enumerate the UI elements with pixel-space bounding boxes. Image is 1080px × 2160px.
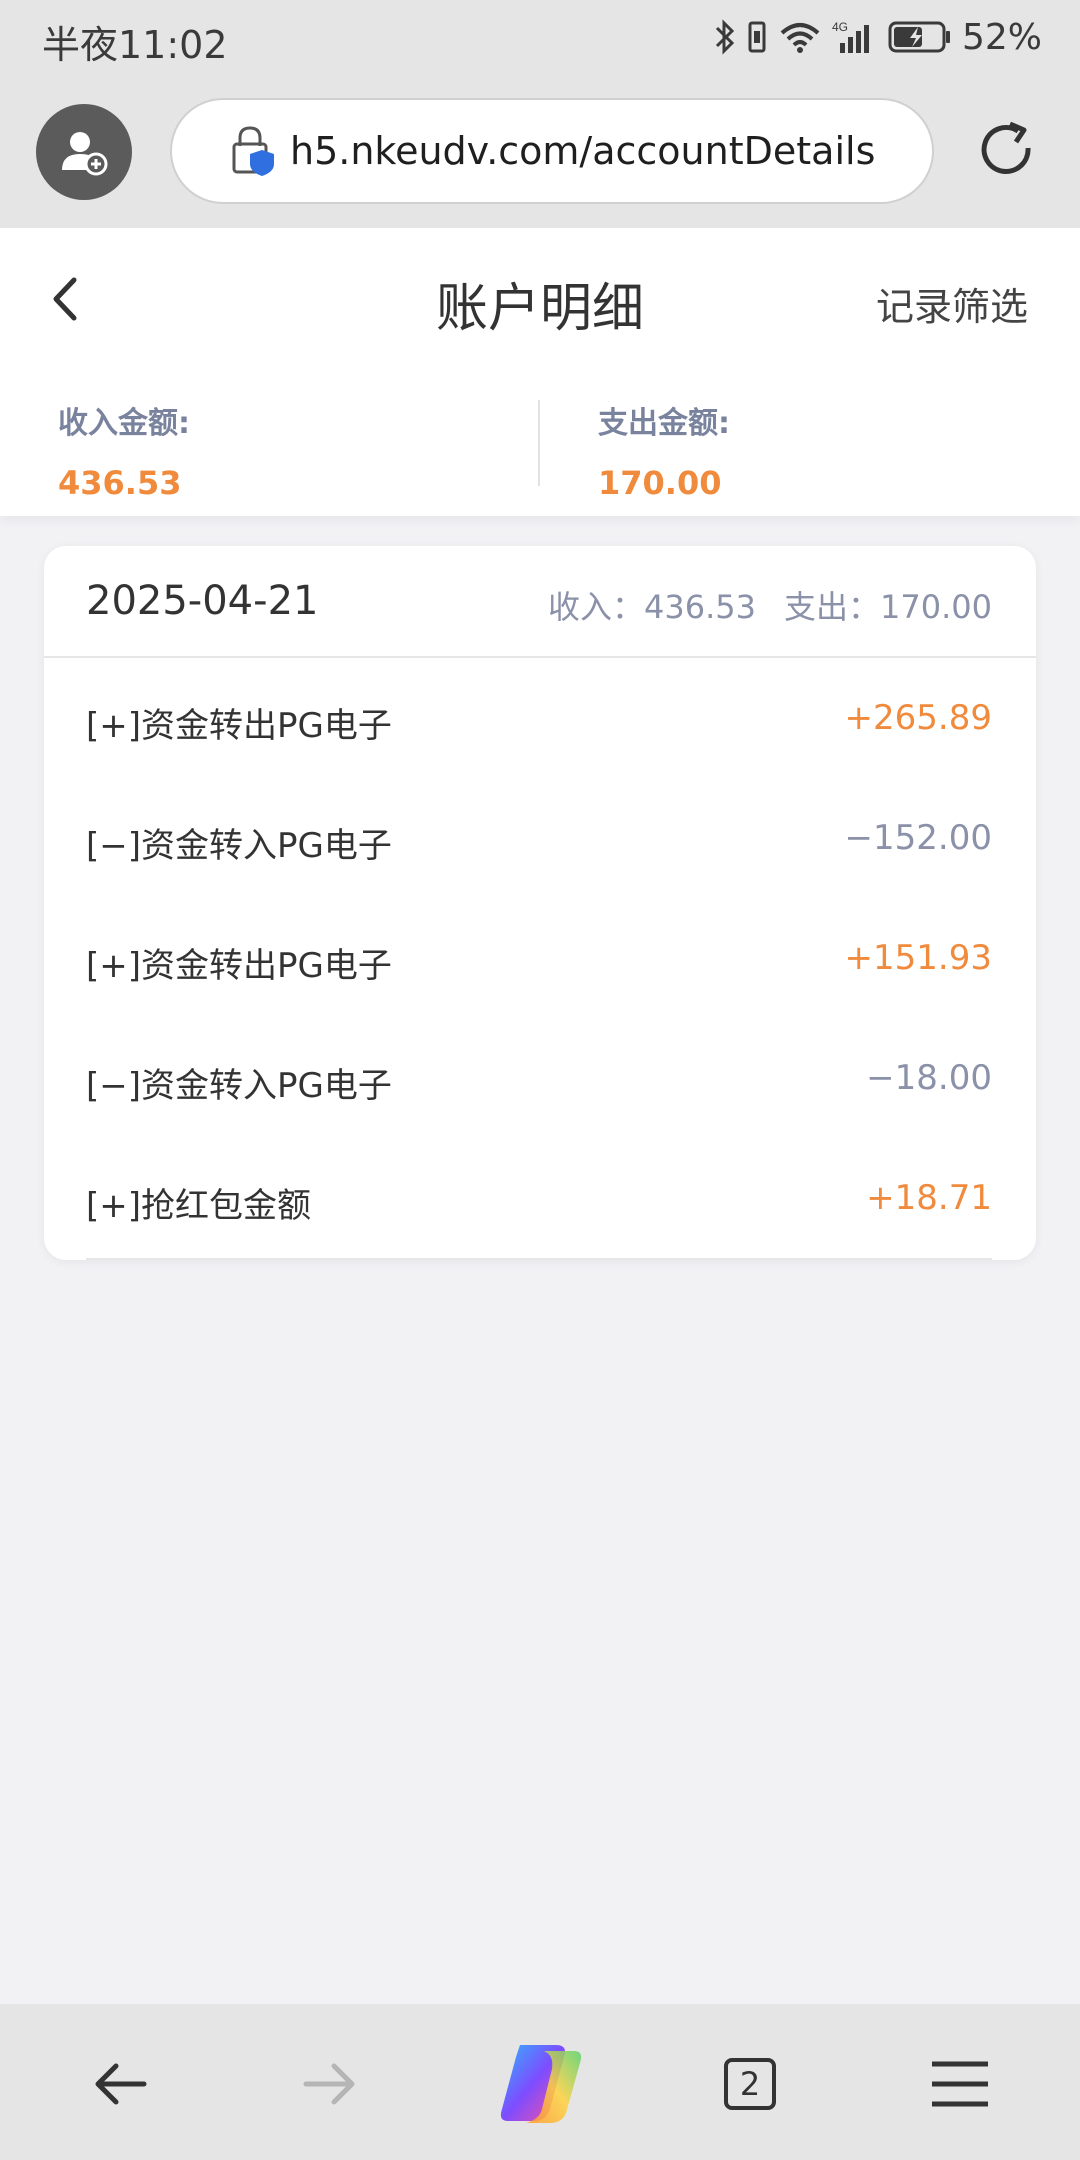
- card-bottom-divider: [86, 1258, 992, 1260]
- record-list: [+]资金转出PG电子 +265.89 [−]资金转入PG电子 −152.00 …: [44, 658, 1036, 1258]
- record-description: [−]资金转入PG电子: [86, 1066, 392, 1106]
- menu-icon: [932, 2061, 988, 2107]
- profile-button[interactable]: [36, 104, 132, 200]
- browser-bottom-nav: 2: [0, 2004, 1080, 2160]
- url-text: h5.nkeudv.com/accountDetails: [290, 129, 876, 173]
- record-amount: −18.00: [866, 1058, 992, 1098]
- record-amount: −152.00: [844, 818, 992, 858]
- income-summary: 收入金额: 436.53: [58, 398, 190, 502]
- record-description: [−]资金转入PG电子: [86, 826, 392, 866]
- record-row[interactable]: [+]资金转出PG电子 +265.89: [44, 658, 1036, 778]
- status-time: 半夜11:02: [42, 23, 228, 67]
- signal-4g-icon: 4G: [832, 20, 869, 53]
- summary-panel: 收入金额: 436.53 支出金额: 170.00: [0, 368, 1080, 516]
- record-description: [+]资金转出PG电子: [86, 946, 392, 986]
- record-row[interactable]: [−]资金转入PG电子 −18.00: [44, 1018, 1036, 1138]
- tab-count-badge: 2: [724, 2058, 776, 2110]
- day-income-total: 收入：436.53: [548, 588, 757, 626]
- svg-text:4G: 4G: [832, 20, 848, 34]
- page-header: 账户明细 记录筛选: [0, 228, 1080, 368]
- secure-lock-icon: [232, 126, 274, 176]
- day-header: 2025-04-21 收入：436.53 支出：170.00: [44, 546, 1036, 658]
- nav-back-button[interactable]: [80, 2044, 160, 2124]
- record-filter-button[interactable]: 记录筛选: [876, 276, 1028, 331]
- day-expense-total: 支出：170.00: [784, 588, 992, 626]
- record-row[interactable]: [+]抢红包金额 +18.71: [44, 1138, 1036, 1258]
- record-amount: +151.93: [844, 938, 992, 978]
- vibrate-icon: [748, 21, 766, 53]
- record-description: [+]资金转出PG电子: [86, 706, 392, 746]
- battery-charging-icon: [888, 21, 950, 53]
- copilot-icon: [500, 2045, 582, 2123]
- wifi-icon: [780, 23, 820, 53]
- arrow-right-icon: [303, 2063, 355, 2105]
- day-record-card: 2025-04-21 收入：436.53 支出：170.00 [+]资金转出PG电…: [44, 546, 1036, 1260]
- add-user-icon: [62, 132, 108, 176]
- browser-toolbar: h5.nkeudv.com/accountDetails: [0, 76, 1080, 228]
- nav-forward-button[interactable]: [290, 2044, 370, 2124]
- income-amount: 436.53: [58, 464, 182, 502]
- address-bar[interactable]: h5.nkeudv.com/accountDetails: [170, 98, 934, 204]
- status-icons: 4G 52%: [714, 14, 1042, 60]
- tabs-button[interactable]: 2: [710, 2044, 790, 2124]
- income-label: 收入金额:: [58, 406, 190, 441]
- copilot-button[interactable]: [490, 2034, 590, 2134]
- status-bar: 半夜11:02 4G 52%: [0, 0, 1080, 76]
- record-amount: +18.71: [866, 1178, 992, 1218]
- record-row[interactable]: [−]资金转入PG电子 −152.00: [44, 778, 1036, 898]
- menu-button[interactable]: [920, 2044, 1000, 2124]
- day-totals: 收入：436.53 支出：170.00: [548, 582, 992, 628]
- summary-divider: [538, 400, 540, 486]
- arrow-left-icon: [95, 2063, 147, 2105]
- record-description: [+]抢红包金额: [86, 1186, 312, 1226]
- record-row[interactable]: [+]资金转出PG电子 +151.93: [44, 898, 1036, 1018]
- expense-summary: 支出金额: 170.00: [598, 398, 730, 502]
- expense-amount: 170.00: [598, 464, 722, 502]
- record-amount: +265.89: [844, 698, 992, 738]
- expense-label: 支出金额:: [598, 406, 730, 441]
- reload-icon[interactable]: [976, 118, 1040, 182]
- bluetooth-icon: [715, 19, 735, 55]
- day-date: 2025-04-21: [86, 578, 319, 624]
- battery-percent: 52%: [961, 16, 1042, 58]
